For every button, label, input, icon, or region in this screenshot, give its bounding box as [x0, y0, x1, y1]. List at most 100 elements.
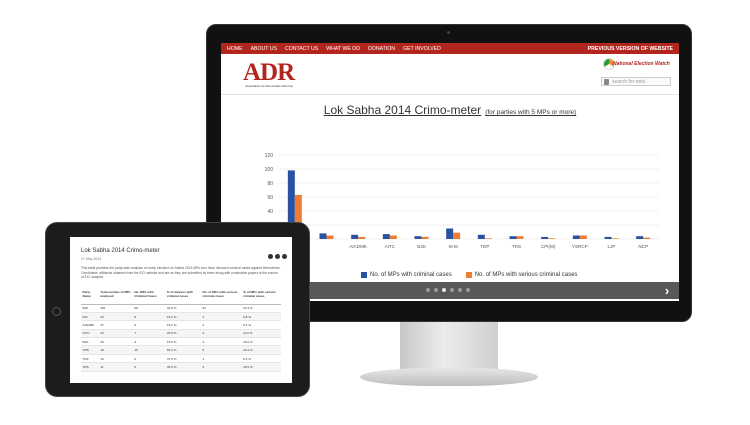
- table-header-cell[interactable]: No. of MPs with serious criminal cases: [200, 290, 242, 305]
- table-cell: 45.5 %: [241, 362, 281, 372]
- y-tick-label: 80: [267, 181, 273, 187]
- tablet-description: This table provides the party-wise analy…: [81, 266, 281, 280]
- bar: [541, 236, 549, 239]
- table-cell: 83.3 %: [165, 345, 201, 355]
- bar: [484, 238, 492, 239]
- table-cell: 34.9 %: [165, 304, 201, 313]
- table-row: AIADMK 37 6 16.2 % 3 8.1 %: [81, 320, 281, 330]
- table-row: SHS 18 15 83.3 % 8 44.4 %: [81, 345, 281, 355]
- table-cell: 8.1 %: [241, 320, 281, 330]
- table-cell: 63: [200, 304, 242, 313]
- table-cell: 11.8 %: [241, 329, 281, 339]
- bar: [572, 235, 580, 239]
- table-header-cell[interactable]: No. MPs with Criminal Cases: [132, 290, 166, 305]
- bar: [358, 236, 366, 239]
- x-tick-label: CPI(M): [541, 244, 556, 249]
- table-cell: 18: [98, 345, 133, 355]
- legend-item-serious[interactable]: No. of MPs with serious criminal cases: [465, 272, 578, 278]
- table-cell: 34: [98, 329, 133, 339]
- legend-swatch-criminal: [361, 272, 367, 278]
- bar: [351, 234, 359, 239]
- table-row: BJP 281 98 34.9 % 63 22.4 %: [81, 304, 281, 313]
- table-cell: 6.8 %: [241, 312, 281, 322]
- table-row: TRS 11 5 45.5 % 5 45.5 %: [81, 362, 281, 372]
- slider-dot[interactable]: [442, 288, 446, 292]
- table-cell: 16: [98, 354, 133, 364]
- table-cell: 37.5 %: [165, 354, 201, 364]
- table-cell: 44.4 %: [241, 345, 281, 355]
- table-cell: 4: [200, 329, 242, 339]
- tablet-page-title: Lok Sabha 2014 Crimo-meter: [81, 248, 160, 254]
- table-header-cell[interactable]: % of winners with criminal cases: [165, 290, 201, 305]
- table-cell: BJP: [81, 304, 99, 313]
- bar: [414, 236, 422, 239]
- legend-item-criminal[interactable]: No. of MPs with criminal cases: [361, 272, 452, 278]
- google-plus-icon[interactable]: [282, 254, 287, 259]
- legend-swatch-serious: [465, 272, 472, 278]
- tablet-screen: Lok Sabha 2014 Crimo-meter 27 May 2014 T…: [70, 237, 292, 383]
- y-tick-label: 60: [267, 195, 273, 201]
- slider-dot[interactable]: [426, 288, 430, 292]
- table-cell: 7: [132, 329, 166, 339]
- bar: [389, 235, 397, 239]
- table-cell: BJD: [81, 337, 99, 347]
- y-tick-label: 40: [267, 209, 273, 215]
- bar: [509, 236, 517, 239]
- table-cell: 20.6 %: [165, 329, 201, 339]
- twitter-icon[interactable]: [275, 254, 280, 259]
- x-tick-label: LJP: [608, 244, 616, 249]
- home-button-icon[interactable]: [52, 307, 61, 316]
- bar: [643, 237, 651, 239]
- table-cell: 3: [200, 320, 242, 330]
- table-cell: 20: [98, 337, 133, 347]
- monitor-stand-base: [360, 368, 538, 386]
- table-header-cell[interactable]: Total number of MPs analysed: [98, 290, 133, 305]
- legend-label-serious: No. of MPs with serious criminal cases: [474, 272, 578, 278]
- x-tick-label: TRS: [512, 244, 521, 249]
- y-tick-label: 100: [265, 167, 274, 173]
- bar: [548, 238, 556, 239]
- party-analysis-table: Party Name Total number of MPs analysed No…: [81, 290, 281, 372]
- bar: [477, 234, 485, 239]
- table-cell: INC: [81, 312, 99, 322]
- table-cell: 16.2 %: [165, 320, 201, 330]
- bar: [319, 233, 327, 239]
- slider-dot[interactable]: [458, 288, 462, 292]
- x-tick-label: YSRCP: [572, 244, 588, 249]
- monitor-stand-neck: [400, 322, 498, 374]
- table-cell: SHS: [81, 345, 99, 355]
- table-cell: 22.4 %: [241, 304, 281, 313]
- bar: [453, 232, 461, 239]
- slider-dot[interactable]: [434, 288, 438, 292]
- x-tick-label: SHS: [448, 244, 457, 249]
- table-row: TDP 16 6 37.5 % 1 6.3 %: [81, 354, 281, 364]
- table-cell: 1: [200, 354, 242, 364]
- bar: [604, 236, 612, 239]
- camera-dot: [447, 31, 450, 34]
- table-header-cell[interactable]: Party Name: [81, 290, 99, 305]
- facebook-icon[interactable]: [268, 254, 273, 259]
- slider-dots: [426, 288, 474, 292]
- x-tick-label: NCP: [638, 244, 648, 249]
- table-cell: 15: [132, 345, 166, 355]
- table-cell: 281: [98, 304, 133, 313]
- table-cell: 18.2 %: [165, 312, 201, 322]
- table-cell: 15.0 %: [241, 337, 281, 347]
- table-row: AITC 34 7 20.6 % 4 11.8 %: [81, 329, 281, 339]
- slider-dot[interactable]: [466, 288, 470, 292]
- table-cell: 11: [98, 362, 133, 372]
- chevron-right-icon[interactable]: ›: [659, 282, 675, 299]
- legend-label-criminal: No. of MPs with criminal cases: [370, 272, 452, 278]
- table-cell: 15.0 %: [165, 337, 201, 347]
- bar: [382, 234, 390, 239]
- bar: [611, 238, 619, 239]
- table-cell: TRS: [81, 362, 99, 372]
- table-header-cell[interactable]: % of MPs with serious criminal cases: [241, 290, 281, 305]
- bar: [326, 235, 334, 239]
- table-cell: 3: [200, 312, 242, 322]
- slider-dot[interactable]: [450, 288, 454, 292]
- table-cell: 5: [132, 362, 166, 372]
- x-tick-label: AIADMK: [349, 244, 368, 249]
- table-header-row: Party Name Total number of MPs analysed No…: [81, 290, 281, 305]
- tablet-date: 27 May 2014: [81, 257, 102, 261]
